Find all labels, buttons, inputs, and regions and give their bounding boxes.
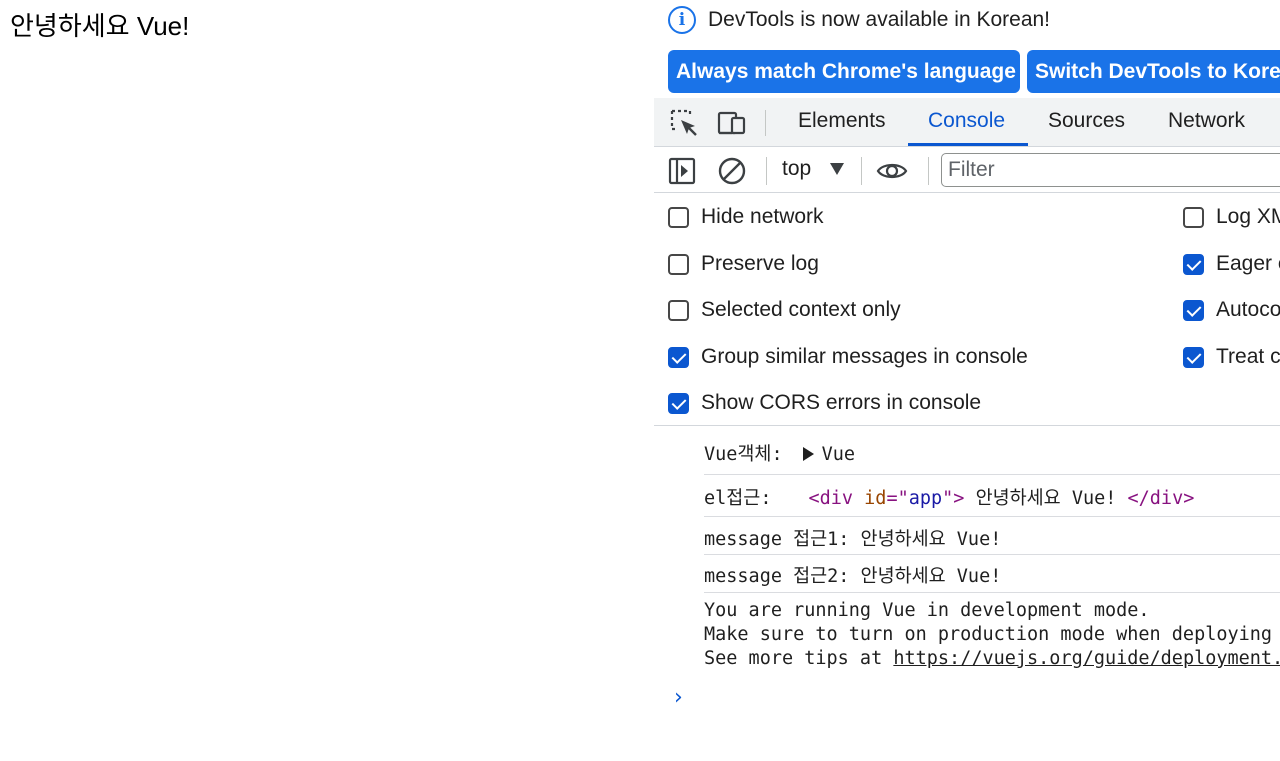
console-message: message 접근2: 안녕하세요 Vue! bbox=[704, 555, 1280, 593]
console-message: Vue객체: Vue bbox=[704, 427, 1280, 475]
setting-label: Hide network bbox=[701, 205, 824, 228]
context-selector[interactable]: top bbox=[782, 157, 811, 181]
console-toolbar: top bbox=[654, 148, 1280, 193]
expand-triangle-icon[interactable] bbox=[802, 447, 814, 461]
tab-sources[interactable]: Sources bbox=[1048, 98, 1125, 146]
toolbar-separator bbox=[928, 157, 929, 185]
device-toolbar-icon[interactable] bbox=[716, 107, 748, 139]
clear-console-icon[interactable] bbox=[716, 155, 748, 187]
checkbox-checked[interactable] bbox=[1183, 346, 1204, 368]
setting-label: Eager evaluation bbox=[1216, 252, 1280, 275]
setting-hide-network[interactable]: Hide network bbox=[668, 203, 824, 231]
setting-label: Log XMLHttpRequests bbox=[1216, 205, 1280, 228]
chevron-down-icon[interactable] bbox=[830, 163, 844, 175]
object-preview[interactable]: Vue bbox=[822, 444, 855, 465]
devtools-panel: i DevTools is now available in Korean! A… bbox=[654, 0, 1280, 761]
active-tab-indicator bbox=[908, 143, 1028, 146]
setting-show-cors-errors[interactable]: Show CORS errors in console bbox=[668, 389, 981, 417]
checkbox-checked[interactable] bbox=[1183, 253, 1204, 275]
console-message: el접근: <div id="app"> 안녕하세요 Vue! </div> bbox=[704, 475, 1280, 517]
inspect-element-icon[interactable] bbox=[668, 107, 700, 139]
tab-console[interactable]: Console bbox=[928, 98, 1005, 146]
message-text: See more tips at bbox=[704, 648, 894, 669]
toolbar-separator bbox=[861, 157, 862, 185]
message-label: Vue객체: bbox=[704, 444, 783, 465]
html-attribute-close: "> bbox=[942, 488, 965, 509]
checkbox-checked[interactable] bbox=[1183, 299, 1204, 321]
language-infobar: i DevTools is now available in Korean! bbox=[668, 6, 1050, 34]
setting-selected-context-only[interactable]: Selected context only bbox=[668, 296, 901, 324]
page-heading-text: 안녕하세요 Vue! bbox=[10, 11, 190, 41]
setting-autocomplete[interactable]: Autocomplete from history bbox=[1183, 296, 1280, 324]
setting-label: Preserve log bbox=[701, 252, 819, 275]
deployment-guide-link[interactable]: https://vuejs.org/guide/deployment.html bbox=[893, 648, 1280, 669]
checkbox[interactable] bbox=[668, 253, 689, 275]
setting-label: Treat code evaluation as user action bbox=[1216, 345, 1280, 368]
setting-eager-evaluation[interactable]: Eager evaluation bbox=[1183, 250, 1280, 278]
message-label: el접근: bbox=[704, 488, 772, 509]
console-messages: Vue객체: Vue el접근: <div id="app"> 안녕하세요 Vue!… bbox=[654, 427, 1280, 761]
checkbox[interactable] bbox=[668, 299, 689, 321]
checkbox[interactable] bbox=[1183, 206, 1204, 228]
setting-treat-code-evaluation[interactable]: Treat code evaluation as user action bbox=[1183, 343, 1280, 371]
console-message-line: You are running Vue in development mode. bbox=[704, 600, 1150, 621]
html-tag-close: </div> bbox=[1127, 488, 1195, 509]
filter-input[interactable] bbox=[941, 153, 1280, 187]
setting-label: Group similar messages in console bbox=[701, 345, 1028, 368]
tab-bar-separator bbox=[765, 110, 766, 136]
tab-elements[interactable]: Elements bbox=[798, 98, 886, 146]
setting-label: Selected context only bbox=[701, 298, 901, 321]
html-attribute-name: id bbox=[864, 488, 887, 509]
always-match-language-button[interactable]: Always match Chrome's language bbox=[668, 50, 1020, 93]
switch-to-korean-button[interactable]: Switch DevTools to Korean bbox=[1027, 50, 1280, 93]
checkbox-checked[interactable] bbox=[668, 392, 689, 414]
tab-network[interactable]: Network bbox=[1168, 98, 1245, 146]
console-message-line: See more tips at https://vuejs.org/guide… bbox=[704, 648, 1280, 669]
setting-label: Autocomplete from history bbox=[1216, 298, 1280, 321]
sidebar-toggle-icon[interactable] bbox=[666, 155, 698, 187]
html-attribute-value: app bbox=[908, 488, 943, 509]
console-settings-pane: Hide network Preserve log Selected conte… bbox=[654, 194, 1280, 426]
info-icon: i bbox=[668, 6, 696, 34]
checkbox-checked[interactable] bbox=[668, 346, 689, 368]
console-message: message 접근1: 안녕하세요 Vue! bbox=[704, 517, 1280, 555]
console-message-line: Make sure to turn on production mode whe… bbox=[704, 624, 1280, 645]
html-tag-open[interactable]: <div bbox=[808, 488, 853, 509]
live-expression-eye-icon[interactable] bbox=[876, 155, 908, 187]
checkbox[interactable] bbox=[668, 206, 689, 228]
setting-label: Show CORS errors in console bbox=[701, 391, 982, 414]
toolbar-separator bbox=[766, 157, 767, 185]
setting-log-xmlhttprequests[interactable]: Log XMLHttpRequests bbox=[1183, 203, 1280, 231]
infobar-message: DevTools is now available in Korean! bbox=[708, 8, 1051, 31]
devtools-tab-bar: Elements Console Sources Network bbox=[654, 98, 1280, 147]
console-prompt-chevron-icon[interactable]: › bbox=[674, 685, 683, 710]
html-attribute-equals: =" bbox=[886, 488, 909, 509]
html-text-content: 안녕하세요 Vue! bbox=[964, 488, 1128, 509]
setting-group-similar[interactable]: Group similar messages in console bbox=[668, 343, 1028, 371]
setting-preserve-log[interactable]: Preserve log bbox=[668, 250, 819, 278]
